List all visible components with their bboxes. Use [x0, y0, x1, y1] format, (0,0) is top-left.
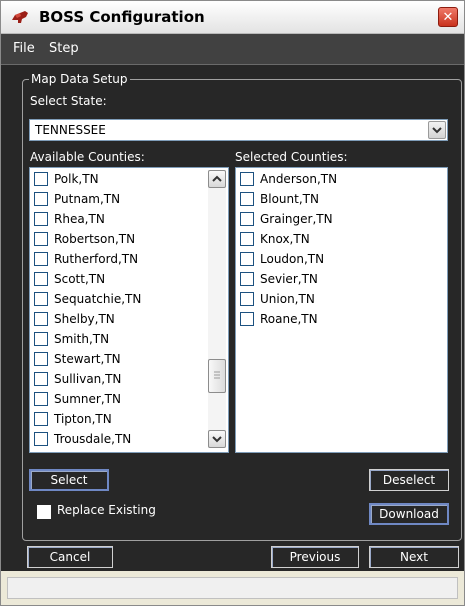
status-strip: [7, 577, 458, 599]
scroll-down-button[interactable]: [208, 430, 226, 448]
selected-counties-list[interactable]: Anderson,TN Blount,TN Grainger,TN Knox,T…: [235, 167, 448, 453]
available-counties-label: Available Counties:: [30, 150, 145, 164]
county-checkbox[interactable]: [240, 192, 254, 206]
county-label: Sequatchie,TN: [54, 292, 142, 306]
county-checkbox[interactable]: [240, 232, 254, 246]
chevron-down-icon: [212, 436, 222, 443]
county-checkbox[interactable]: [240, 312, 254, 326]
county-label: Roane,TN: [260, 312, 318, 326]
county-label: Stewart,TN: [54, 352, 121, 366]
county-label: Sevier,TN: [260, 272, 318, 286]
county-checkbox[interactable]: [240, 172, 254, 186]
replace-existing-label: Replace Existing: [57, 503, 156, 517]
county-checkbox[interactable]: [34, 292, 48, 306]
menu-bar: File Step: [1, 34, 464, 65]
close-icon: ✕: [442, 10, 454, 25]
county-label: Tipton,TN: [54, 412, 112, 426]
county-label: Putnam,TN: [54, 192, 121, 206]
status-bar: [1, 571, 464, 605]
chevron-down-icon: [432, 127, 442, 134]
county-checkbox[interactable]: [34, 172, 48, 186]
county-label: Rhea,TN: [54, 212, 105, 226]
county-checkbox[interactable]: [34, 352, 48, 366]
county-checkbox[interactable]: [34, 412, 48, 426]
deselect-button[interactable]: Deselect: [369, 469, 449, 491]
state-select-value: TENNESSEE: [35, 123, 106, 137]
county-label: Knox,TN: [260, 232, 310, 246]
scroll-thumb[interactable]: [208, 358, 226, 393]
county-label: Scott,TN: [54, 272, 106, 286]
county-checkbox[interactable]: [34, 312, 48, 326]
next-button[interactable]: Next: [369, 546, 459, 568]
county-label: Blount,TN: [260, 192, 319, 206]
app-icon: [12, 11, 28, 23]
county-checkbox[interactable]: [34, 372, 48, 386]
county-label: Robertson,TN: [54, 232, 136, 246]
county-checkbox[interactable]: [34, 232, 48, 246]
grip-icon: [214, 371, 220, 379]
county-checkbox[interactable]: [240, 292, 254, 306]
county-label: Smith,TN: [54, 332, 110, 346]
county-label: Grainger,TN: [260, 212, 333, 226]
boss-configuration-window: BOSS Configuration ✕ File Step Map Data …: [0, 0, 465, 606]
county-checkbox[interactable]: [34, 432, 48, 446]
county-checkbox[interactable]: [34, 392, 48, 406]
county-checkbox[interactable]: [34, 192, 48, 206]
menu-file[interactable]: File: [13, 41, 35, 56]
county-checkbox[interactable]: [240, 252, 254, 266]
county-checkbox[interactable]: [34, 272, 48, 286]
county-label: Polk,TN: [54, 172, 99, 186]
replace-existing-checkbox[interactable]: [37, 505, 51, 519]
county-label: Sullivan,TN: [54, 372, 122, 386]
previous-button[interactable]: Previous: [271, 546, 359, 568]
close-button[interactable]: ✕: [438, 7, 458, 27]
county-checkbox[interactable]: [240, 212, 254, 226]
scroll-up-button[interactable]: [208, 170, 226, 188]
window-title: BOSS Configuration: [39, 8, 205, 26]
county-label: Trousdale,TN: [54, 432, 132, 446]
county-label: Sumner,TN: [54, 392, 121, 406]
county-checkbox[interactable]: [34, 252, 48, 266]
menu-step[interactable]: Step: [49, 41, 79, 56]
available-scrollbar[interactable]: [208, 170, 226, 448]
state-dropdown-button[interactable]: [428, 121, 446, 139]
county-label: Anderson,TN: [260, 172, 338, 186]
select-button[interactable]: Select: [29, 469, 109, 491]
available-counties-list[interactable]: Polk,TN Putnam,TN Rhea,TN Robertson,TN R…: [29, 167, 229, 453]
selected-counties-label: Selected Counties:: [235, 150, 348, 164]
county-checkbox[interactable]: [34, 212, 48, 226]
main-panel: Map Data Setup Select State: TENNESSEE A…: [1, 65, 464, 571]
county-label: Union,TN: [260, 292, 315, 306]
download-button[interactable]: Download: [369, 503, 449, 525]
county-label: Rutherford,TN: [54, 252, 139, 266]
cancel-button[interactable]: Cancel: [27, 546, 113, 568]
chevron-up-icon: [212, 175, 222, 182]
county-checkbox[interactable]: [240, 272, 254, 286]
title-bar[interactable]: BOSS Configuration ✕: [1, 1, 464, 34]
state-select[interactable]: TENNESSEE: [29, 119, 448, 141]
select-state-label: Select State:: [30, 94, 107, 108]
county-checkbox[interactable]: [34, 332, 48, 346]
county-label: Shelby,TN: [54, 312, 115, 326]
county-label: Loudon,TN: [260, 252, 325, 266]
group-legend: Map Data Setup: [29, 72, 130, 86]
